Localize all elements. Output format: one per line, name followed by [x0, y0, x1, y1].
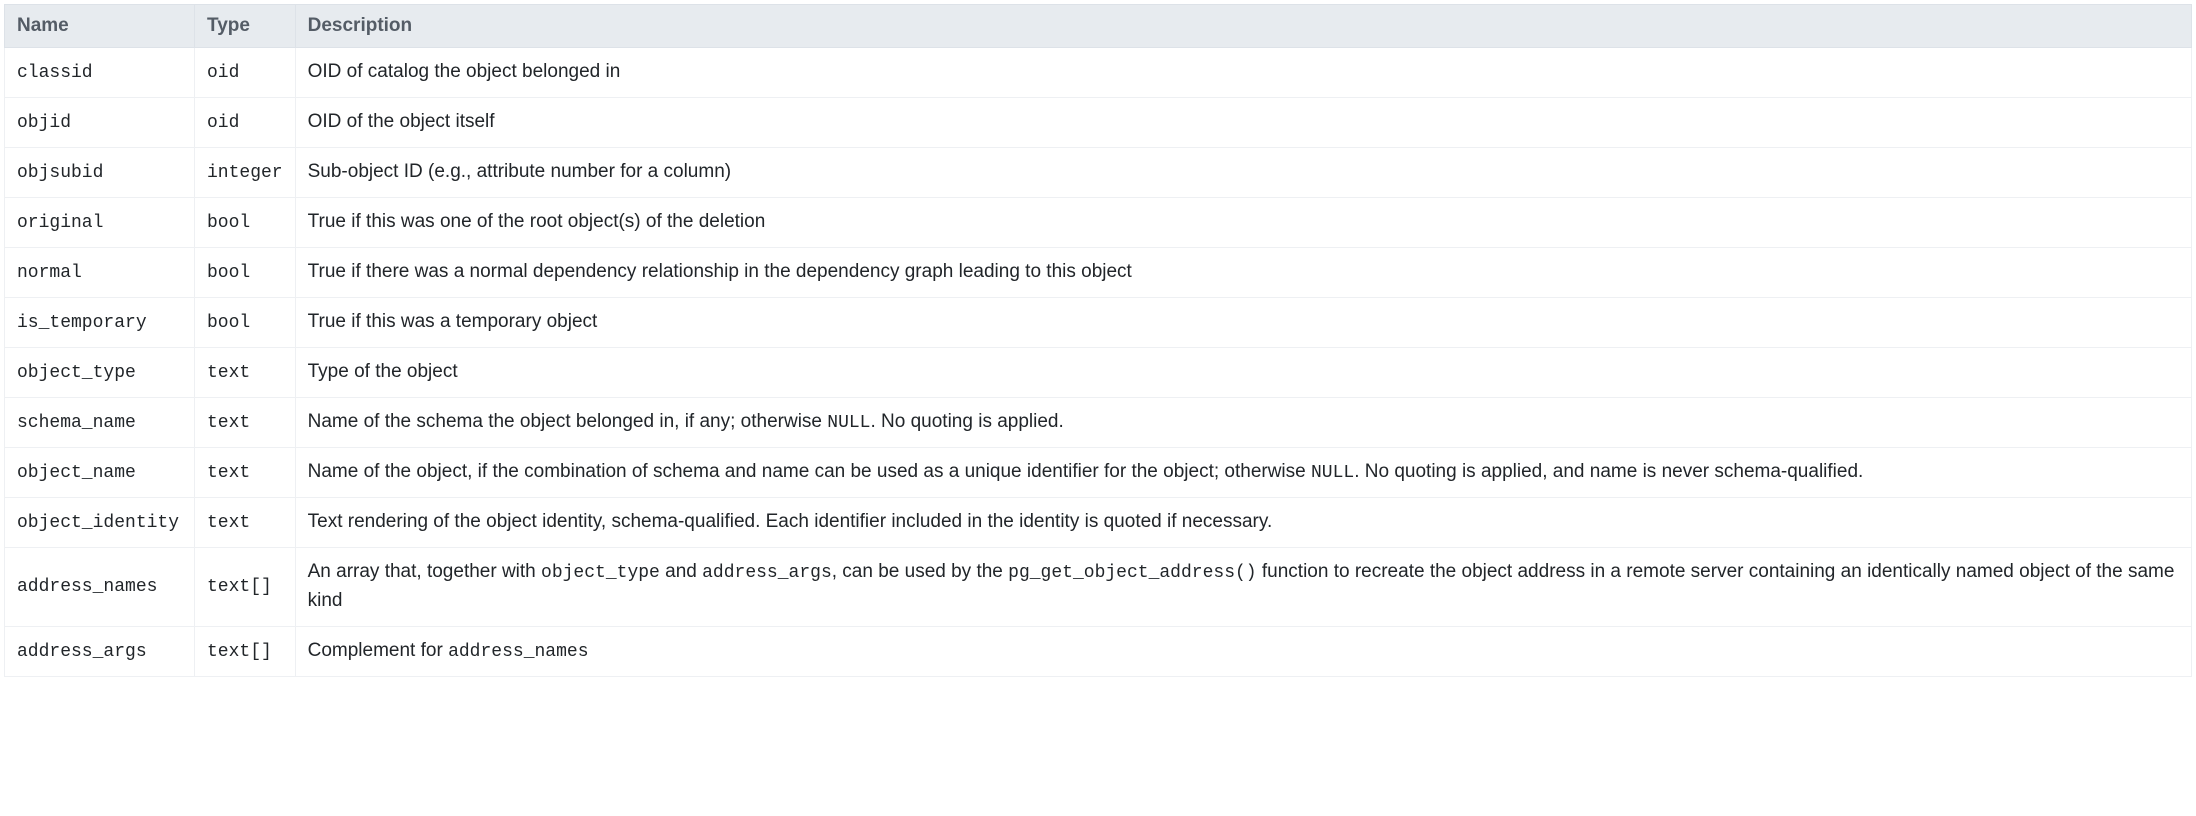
column-name-code: classid: [17, 63, 93, 83]
cell-name: schema_name: [5, 398, 195, 448]
table-row: object_type text Type of the object: [5, 348, 2192, 398]
column-type-code: bool: [207, 263, 250, 283]
column-name-code: address_names: [17, 577, 157, 597]
column-type-code: bool: [207, 313, 250, 333]
cell-type: text: [195, 398, 296, 448]
column-type-code: integer: [207, 163, 283, 183]
cell-type: text[]: [195, 548, 296, 627]
description-text: . No quoting is applied, and name is nev…: [1354, 461, 1863, 482]
description-text: , can be used by the: [832, 561, 1008, 582]
cell-description: An array that, together with object_type…: [295, 548, 2191, 627]
cell-name: original: [5, 198, 195, 248]
column-type-code: oid: [207, 63, 239, 83]
table-row: object_identity text Text rendering of the…: [5, 498, 2192, 548]
cell-description: OID of the object itself: [295, 98, 2191, 148]
description-text: An array that, together with: [308, 561, 541, 582]
inline-code: NULL: [1311, 463, 1354, 483]
description-text: . No quoting is applied.: [870, 411, 1063, 432]
column-type-code: text: [207, 513, 250, 533]
table-row: is_temporary bool True if this was a tempo…: [5, 298, 2192, 348]
table-row: objid oid OID of the object itself: [5, 98, 2192, 148]
cell-description: Name of the schema the object belonged i…: [295, 398, 2191, 448]
cell-name: object_type: [5, 348, 195, 398]
cell-description: Type of the object: [295, 348, 2191, 398]
cell-name: address_names: [5, 548, 195, 627]
cell-type: oid: [195, 98, 296, 148]
columns-table: Name Type Description classid oid OID of c…: [4, 4, 2192, 677]
table-row: objsubid integer Sub-object ID (e.g., attr…: [5, 148, 2192, 198]
inline-code: address_names: [448, 642, 588, 662]
cell-description: True if there was a normal dependency re…: [295, 248, 2191, 298]
cell-description: Name of the object, if the combination o…: [295, 448, 2191, 498]
description-text: Name of the schema the object belonged i…: [308, 411, 828, 432]
cell-name: objsubid: [5, 148, 195, 198]
description-text: and: [660, 561, 702, 582]
column-name-code: schema_name: [17, 413, 136, 433]
cell-name: is_temporary: [5, 298, 195, 348]
column-name-code: address_args: [17, 642, 147, 662]
inline-code: pg_get_object_address(): [1008, 563, 1256, 583]
table-row: address_names text[] An array that, togeth…: [5, 548, 2192, 627]
description-text: True if this was one of the root object(…: [308, 211, 766, 232]
column-name-code: object_identity: [17, 513, 179, 533]
column-name-code: objid: [17, 113, 71, 133]
inline-code: object_type: [541, 563, 660, 583]
table-row: object_name text Name of the object, if th…: [5, 448, 2192, 498]
table-row: classid oid OID of catalog the object belo…: [5, 48, 2192, 98]
column-type-code: text: [207, 363, 250, 383]
column-name-code: is_temporary: [17, 313, 147, 333]
description-text: Type of the object: [308, 361, 458, 382]
description-text: Sub-object ID (e.g., attribute number fo…: [308, 161, 731, 182]
cell-description: Sub-object ID (e.g., attribute number fo…: [295, 148, 2191, 198]
cell-type: oid: [195, 48, 296, 98]
cell-type: bool: [195, 298, 296, 348]
column-type-code: text[]: [207, 642, 272, 662]
cell-type: text: [195, 348, 296, 398]
column-name-code: normal: [17, 263, 82, 283]
table-row: normal bool True if there was a normal dep…: [5, 248, 2192, 298]
column-name-code: objsubid: [17, 163, 103, 183]
cell-name: address_args: [5, 626, 195, 676]
cell-description: Complement for address_names: [295, 626, 2191, 676]
cell-description: True if this was one of the root object(…: [295, 198, 2191, 248]
cell-name: objid: [5, 98, 195, 148]
cell-name: object_identity: [5, 498, 195, 548]
cell-type: text[]: [195, 626, 296, 676]
column-type-code: bool: [207, 213, 250, 233]
table-row: address_args text[] Complement for address…: [5, 626, 2192, 676]
description-text: OID of the object itself: [308, 111, 495, 132]
description-text: True if there was a normal dependency re…: [308, 261, 1132, 282]
cell-description: True if this was a temporary object: [295, 298, 2191, 348]
cell-type: bool: [195, 198, 296, 248]
header-name: Name: [5, 5, 195, 48]
description-text: True if this was a temporary object: [308, 311, 598, 332]
description-text: Text rendering of the object identity, s…: [308, 511, 1273, 532]
column-type-code: text: [207, 463, 250, 483]
cell-name: normal: [5, 248, 195, 298]
column-name-code: object_type: [17, 363, 136, 383]
column-type-code: oid: [207, 113, 239, 133]
table-row: schema_name text Name of the schema the ob…: [5, 398, 2192, 448]
cell-description: OID of catalog the object belonged in: [295, 48, 2191, 98]
cell-description: Text rendering of the object identity, s…: [295, 498, 2191, 548]
column-type-code: text: [207, 413, 250, 433]
cell-type: text: [195, 498, 296, 548]
table-row: original bool True if this was one of the …: [5, 198, 2192, 248]
description-text: Name of the object, if the combination o…: [308, 461, 1311, 482]
cell-type: bool: [195, 248, 296, 298]
inline-code: NULL: [827, 413, 870, 433]
column-type-code: text[]: [207, 577, 272, 597]
cell-name: classid: [5, 48, 195, 98]
header-description: Description: [295, 5, 2191, 48]
description-text: Complement for: [308, 640, 448, 661]
column-name-code: original: [17, 213, 103, 233]
column-name-code: object_name: [17, 463, 136, 483]
table-header-row: Name Type Description: [5, 5, 2192, 48]
cell-type: integer: [195, 148, 296, 198]
cell-name: object_name: [5, 448, 195, 498]
description-text: OID of catalog the object belonged in: [308, 61, 621, 82]
cell-type: text: [195, 448, 296, 498]
inline-code: address_args: [702, 563, 832, 583]
header-type: Type: [195, 5, 296, 48]
